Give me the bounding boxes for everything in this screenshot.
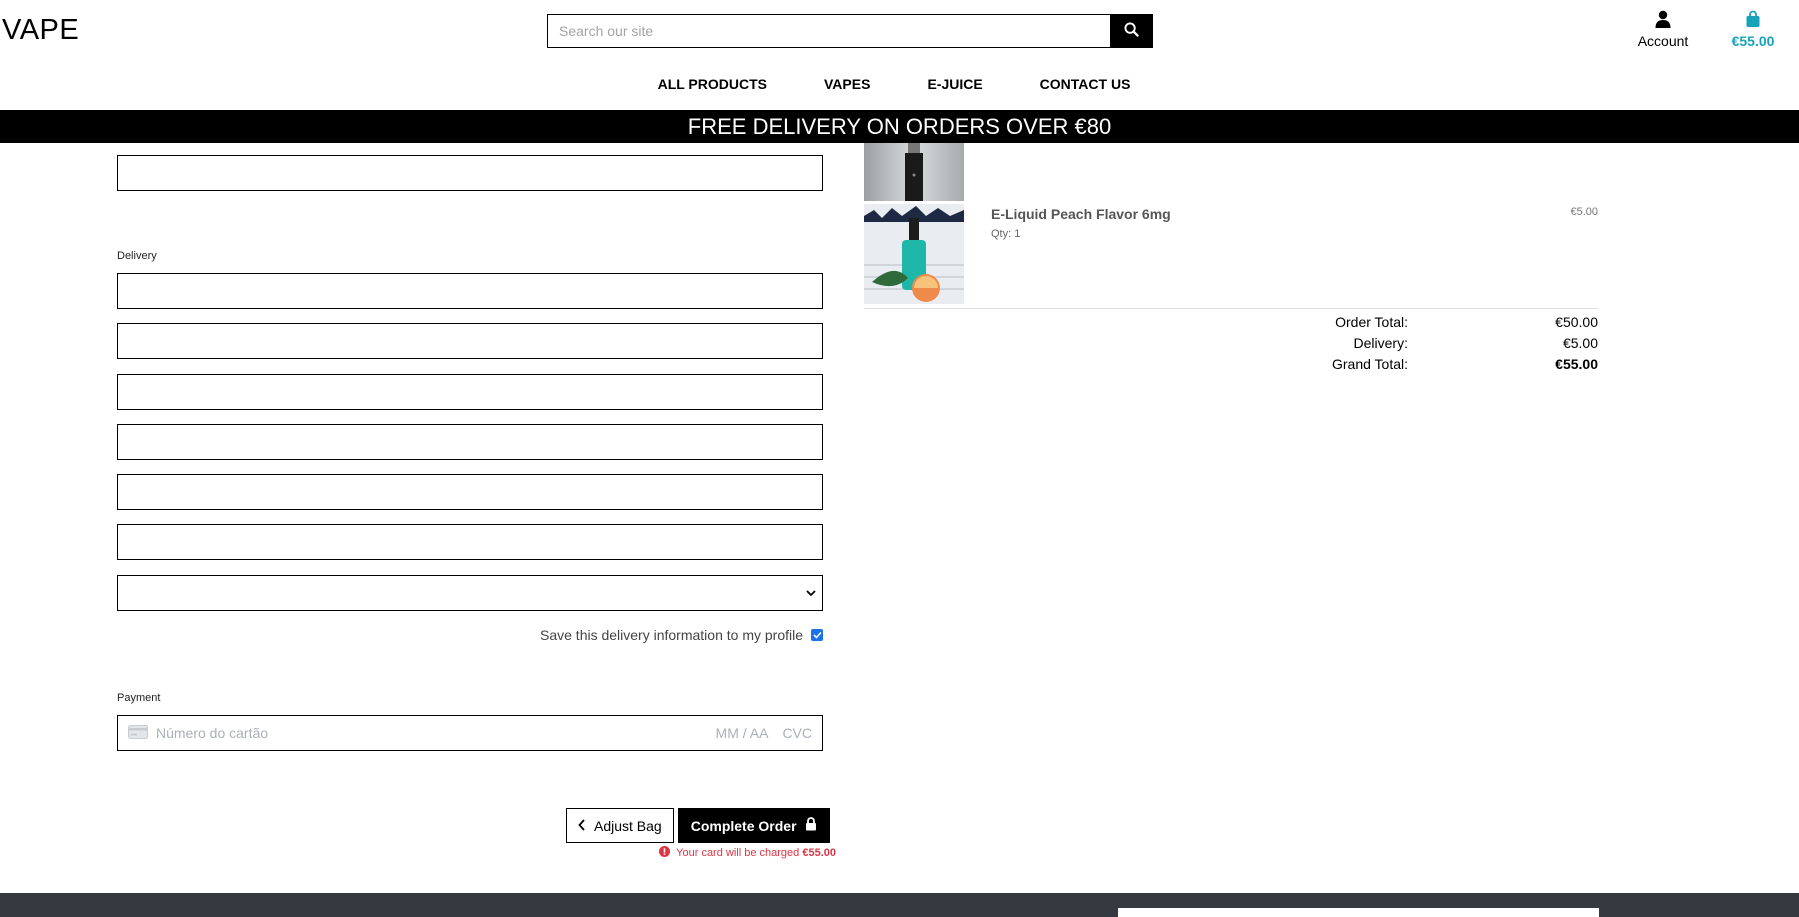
grand-total-label: Grand Total: bbox=[1331, 355, 1408, 372]
user-icon bbox=[1628, 10, 1698, 31]
account-link[interactable]: Account bbox=[1628, 10, 1698, 49]
nav-contact-us[interactable]: CONTACT US bbox=[1040, 76, 1131, 92]
delivery-label: Delivery bbox=[117, 250, 157, 262]
form-field[interactable] bbox=[117, 155, 823, 191]
grand-total-value: €55.00 bbox=[1555, 355, 1598, 372]
search-button[interactable] bbox=[1110, 14, 1153, 48]
charge-warning: Your card will be charged €55.00 bbox=[659, 846, 836, 860]
nav-vapes[interactable]: VAPES bbox=[824, 76, 870, 92]
complete-order-label: Complete Order bbox=[690, 817, 797, 834]
site-logo[interactable]: VAPE bbox=[2, 14, 79, 47]
checkout-actions: Adjust Bag Complete Order bbox=[566, 808, 830, 843]
adjust-bag-button[interactable]: Adjust Bag bbox=[566, 808, 674, 843]
summary-divider bbox=[864, 308, 1598, 309]
product-image-vape bbox=[864, 143, 964, 201]
delivery-total-row: Delivery: €5.00 bbox=[1250, 332, 1598, 353]
card-element[interactable]: Número do cartão MM / AA CVC bbox=[117, 715, 823, 751]
product-image-peach-eliquid bbox=[864, 204, 964, 304]
payment-label: Payment bbox=[117, 692, 161, 704]
charge-amount: €55.00 bbox=[802, 847, 836, 859]
save-info-checkbox[interactable] bbox=[811, 629, 823, 641]
delivery-total-value: €5.00 bbox=[1562, 334, 1598, 351]
delivery-field[interactable] bbox=[117, 323, 823, 359]
search-input[interactable] bbox=[547, 14, 1110, 48]
shopping-bag-link[interactable]: €55.00 bbox=[1720, 10, 1786, 49]
order-item-price: €5.00 bbox=[1570, 206, 1598, 218]
order-total-row: Order Total: €50.00 bbox=[1250, 311, 1598, 332]
save-info-label: Save this delivery information to my pro… bbox=[540, 627, 803, 643]
delivery-field[interactable] bbox=[117, 474, 823, 510]
account-label: Account bbox=[1637, 33, 1689, 49]
delivery-total-label: Delivery: bbox=[1353, 334, 1408, 351]
chevron-left-icon bbox=[578, 818, 586, 834]
save-info-row: Save this delivery information to my pro… bbox=[500, 627, 823, 643]
grand-total-row: Grand Total: €55.00 bbox=[1250, 353, 1598, 374]
bag-total: €55.00 bbox=[1731, 33, 1775, 49]
complete-order-button[interactable]: Complete Order bbox=[677, 808, 830, 843]
card-expiry-input[interactable]: MM / AA bbox=[716, 725, 769, 741]
order-totals: Order Total: €50.00 Delivery: €5.00 Gran… bbox=[1250, 311, 1598, 374]
adjust-bag-label: Adjust Bag bbox=[594, 817, 662, 834]
search-icon bbox=[1124, 22, 1139, 40]
footer-newsletter-box bbox=[1118, 908, 1599, 917]
order-total-label: Order Total: bbox=[1335, 313, 1408, 330]
lock-icon bbox=[805, 817, 817, 834]
exclamation-circle-icon bbox=[659, 846, 671, 860]
delivery-field[interactable] bbox=[117, 524, 823, 560]
delivery-field[interactable] bbox=[117, 374, 823, 410]
credit-card-icon bbox=[128, 724, 148, 742]
chevron-down-icon bbox=[806, 584, 816, 602]
order-item-name: E-Liquid Peach Flavor 6mg bbox=[991, 206, 1171, 222]
free-delivery-banner: FREE DELIVERY ON ORDERS OVER €80 bbox=[0, 110, 1799, 143]
order-item-qty: Qty: 1 bbox=[991, 228, 1021, 240]
charge-note-text: Your card will be charged bbox=[676, 847, 800, 859]
nav-e-juice[interactable]: E-JUICE bbox=[927, 76, 982, 92]
order-total-value: €50.00 bbox=[1555, 313, 1598, 330]
delivery-field[interactable] bbox=[117, 273, 823, 309]
main-nav: ALL PRODUCTS VAPES E-JUICE CONTACT US bbox=[0, 76, 1799, 92]
nav-all-products[interactable]: ALL PRODUCTS bbox=[658, 76, 767, 92]
shopping-bag-icon bbox=[1720, 10, 1786, 31]
search-form bbox=[547, 14, 1153, 48]
country-select[interactable] bbox=[117, 575, 823, 611]
card-cvc-input[interactable]: CVC bbox=[782, 725, 812, 741]
delivery-field[interactable] bbox=[117, 424, 823, 460]
card-number-input[interactable]: Número do cartão bbox=[156, 725, 716, 741]
